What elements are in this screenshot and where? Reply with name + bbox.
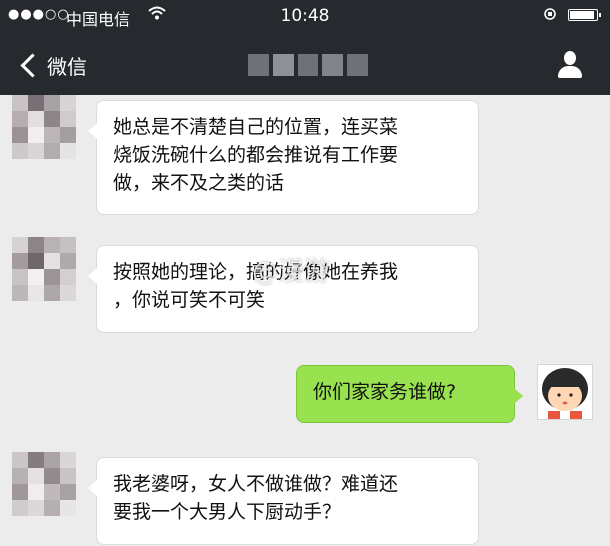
clock: 10:48 (280, 6, 330, 26)
cartoon-girl-icon (538, 365, 592, 419)
self-avatar[interactable] (537, 364, 593, 420)
watermark: @漫游 (252, 257, 331, 287)
message-line: 做，来不及之类的话 (113, 172, 285, 194)
message-line: ，你说可笑不可笑 (113, 289, 266, 311)
message-line: 烧饭洗碗什么的都会推说有工作要 (113, 144, 399, 166)
back-button[interactable]: 微信 (18, 48, 87, 82)
contact-name-blurred (248, 54, 368, 76)
message-bubble-sent[interactable]: 你们家家务谁做? (296, 365, 523, 423)
top-bar: ●●●○○ 中国电信 10:48 微信 (0, 0, 610, 95)
contact-avatar[interactable] (12, 95, 76, 159)
message-bubble-received[interactable]: 我老婆呀，女人不做谁做？难道还 要我一个大男人下厨动手？ (88, 457, 479, 545)
back-label: 微信 (47, 54, 87, 79)
person-icon (564, 51, 576, 65)
message-line: 她总是不清楚自己的位置，连买菜 (113, 116, 399, 138)
battery-level (570, 11, 594, 19)
chat-area: 她总是不清楚自己的位置，连买菜 烧饭洗碗什么的都会推说有工作要 做，来不及之类的… (0, 95, 610, 546)
message-line: 要我一个大男人下厨动手？ (113, 501, 342, 523)
message-line: 你们家家务谁做? (313, 381, 457, 403)
battery-area (538, 8, 601, 23)
contact-avatar[interactable] (12, 452, 76, 516)
message-line: 我老婆呀，女人不做谁做？难道还 (113, 473, 399, 495)
chat-info-button[interactable] (556, 51, 584, 79)
status-bar: ●●●○○ 中国电信 10:48 (0, 0, 610, 30)
message-bubble-received[interactable]: 她总是不清楚自己的位置，连买菜 烧饭洗碗什么的都会推说有工作要 做，来不及之类的… (88, 100, 479, 215)
contact-avatar[interactable] (12, 237, 76, 301)
chevron-left-icon (20, 52, 45, 78)
navigation-bar: 微信 (0, 40, 610, 90)
rotation-lock-icon (544, 8, 558, 23)
battery-icon (568, 9, 601, 21)
